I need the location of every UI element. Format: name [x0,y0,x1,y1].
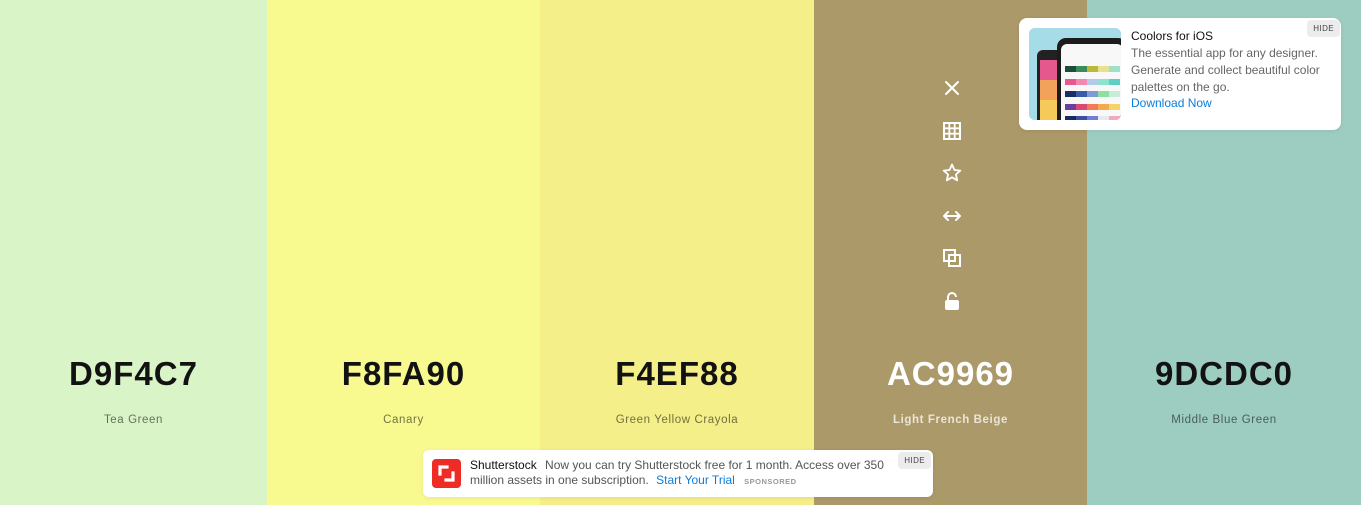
copy-icon[interactable] [940,246,964,270]
color-column-2[interactable]: F8FA90 Canary [267,0,540,505]
ad-title: Coolors for iOS [1131,29,1214,43]
app-preview-image [1029,28,1121,120]
color-hex-code[interactable]: D9F4C7 [0,354,267,394]
color-column-3[interactable]: F4EF88 Green Yellow Crayola [540,0,814,505]
start-trial-link[interactable]: Start Your Trial [656,473,735,487]
ad-brand: Shutterstock [470,458,537,472]
color-name: Light French Beige [893,414,1008,426]
ios-app-ad[interactable]: Coolors for iOS The essential app for an… [1019,18,1341,130]
color-hex-code[interactable]: F4EF88 [540,354,814,394]
shades-grid-icon[interactable] [940,119,964,143]
color-palette: D9F4C7 Tea Green F8FA90 Canary F4EF88 Gr… [0,0,1361,505]
color-name: Tea Green [103,414,164,426]
color-name: Canary [383,414,424,426]
unlock-icon[interactable] [940,289,964,313]
shutterstock-ad[interactable]: Shutterstock Now you can try Shutterstoc… [423,450,933,497]
drag-arrows-icon[interactable] [940,204,964,228]
close-icon[interactable] [940,76,964,100]
color-hex-code[interactable]: F8FA90 [267,354,540,394]
hide-ad-button[interactable]: HIDE [898,452,931,469]
shutterstock-logo-icon [432,459,461,488]
ad-text-block: Shutterstock Now you can try Shutterstoc… [470,458,890,489]
sponsored-label: SPONSORED [744,477,797,486]
favorite-star-icon[interactable] [940,161,964,185]
column-toolbar [940,76,964,331]
color-hex-code[interactable]: AC9969 [814,354,1087,394]
color-name: Green Yellow Crayola [615,414,739,426]
color-column-1[interactable]: D9F4C7 Tea Green [0,0,267,505]
color-name: Middle Blue Green [1171,414,1277,426]
hide-ad-button[interactable]: HIDE [1307,20,1340,37]
ad-description: The essential app for any designer. Gene… [1131,46,1320,94]
color-hex-code[interactable]: 9DCDC0 [1087,354,1361,394]
download-now-link[interactable]: Download Now [1131,96,1212,110]
